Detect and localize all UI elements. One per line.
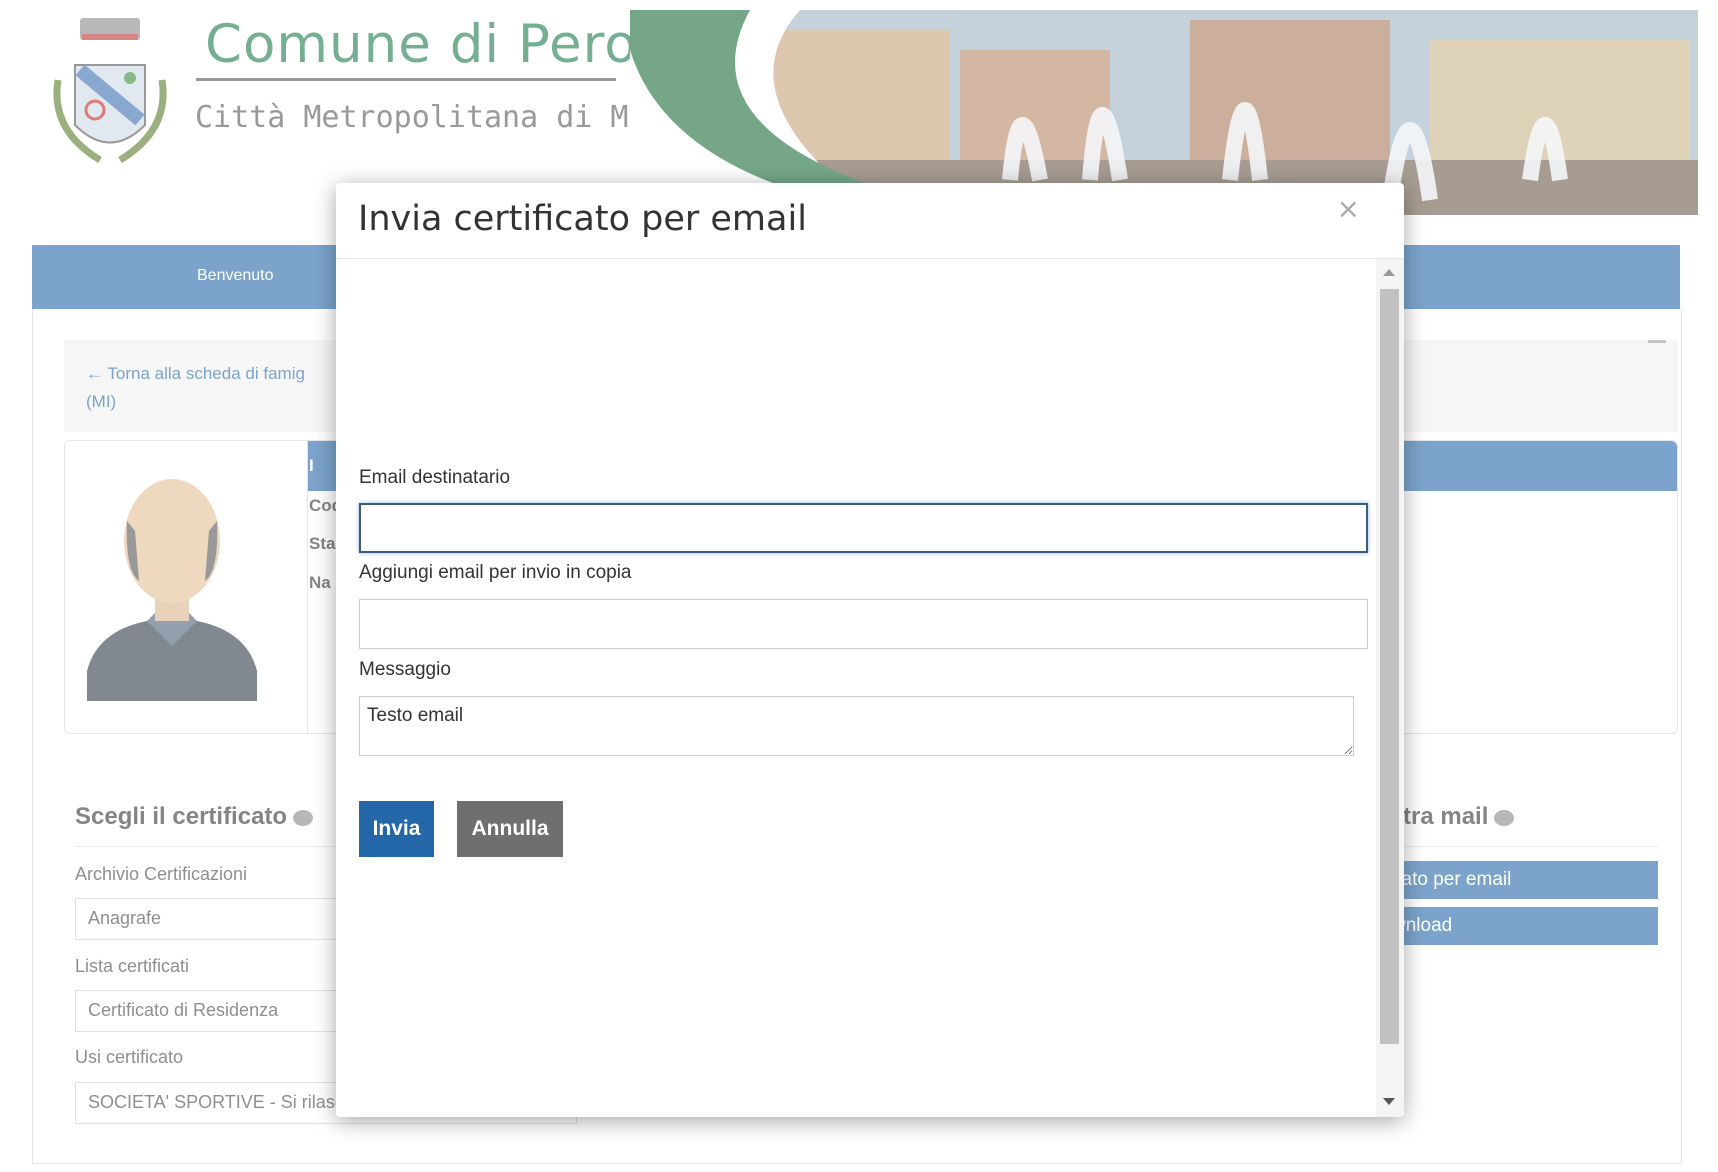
close-icon[interactable]: × — [1337, 195, 1360, 223]
cancel-button[interactable]: Annulla — [457, 801, 563, 857]
modal-header: Invia certificato per email × — [336, 183, 1404, 259]
modal-title: Invia certificato per email — [358, 199, 807, 239]
email-field[interactable] — [359, 503, 1368, 553]
modal-body: Email destinatario Aggiungi email per in… — [336, 259, 1376, 1117]
modal-scrollbar[interactable] — [1376, 259, 1404, 1117]
email-modal: Invia certificato per email × Email dest… — [336, 183, 1404, 1117]
scroll-thumb[interactable] — [1380, 289, 1399, 1044]
cc-label: Aggiungi email per invio in copia — [359, 562, 632, 583]
cc-email-field[interactable] — [359, 599, 1368, 649]
message-textarea[interactable]: Testo email — [359, 696, 1354, 756]
message-label: Messaggio — [359, 659, 451, 680]
scroll-down-icon[interactable] — [1383, 1098, 1395, 1105]
email-label: Email destinatario — [359, 467, 511, 488]
scroll-up-icon[interactable] — [1383, 269, 1395, 276]
send-button[interactable]: Invia — [359, 801, 434, 857]
